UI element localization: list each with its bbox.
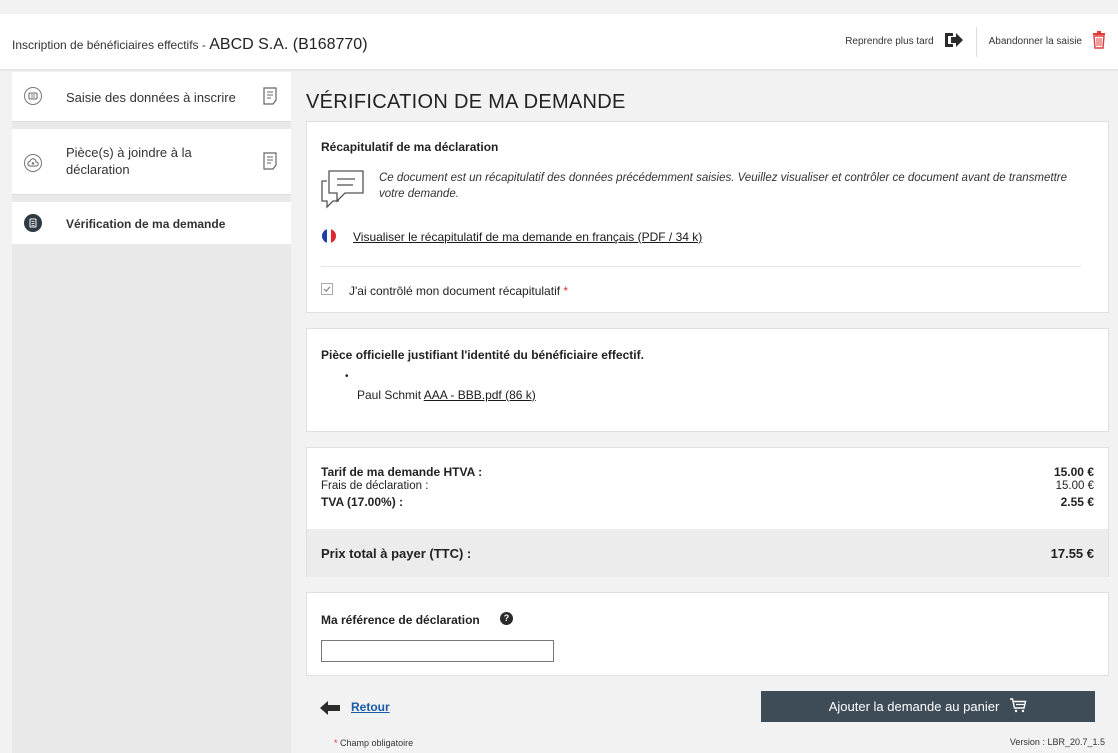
clipboard-icon	[24, 214, 42, 232]
header-subtitle: Inscription de bénéficiaires effectifs -	[12, 38, 210, 52]
piece-card: Pièce officielle justifiant l'identité d…	[306, 328, 1109, 432]
resume-later-button[interactable]: Reprendre plus tard	[833, 27, 975, 57]
sidebar-item-verification[interactable]: Vérification de ma demande	[12, 202, 291, 244]
upload-cloud-icon	[24, 154, 42, 172]
sidebar-item-saisie[interactable]: Saisie des données à inscrire	[12, 72, 291, 122]
tarif-ht-label: Tarif de ma demande HTVA :	[321, 465, 483, 479]
total-value: 17.55 €	[1050, 546, 1094, 561]
divider	[321, 266, 1081, 267]
id-card-icon	[24, 87, 42, 105]
tarif-card: Tarif de ma demande HTVA : 15.00 € Frais…	[306, 447, 1109, 577]
recap-checkbox-label: J'ai contrôlé mon document récapitulatif…	[349, 284, 568, 298]
exit-arrow-icon	[944, 31, 964, 52]
reference-input[interactable]	[321, 640, 554, 662]
person-name: Paul Schmit	[357, 388, 422, 402]
piece-heading: Pièce officielle justifiant l'identité d…	[321, 348, 644, 362]
total-row: Prix total à payer (TTC) : 17.55 €	[307, 529, 1108, 577]
sidebar-item-label: Vérification de ma demande	[66, 217, 226, 231]
reference-card: Ma référence de déclaration ?	[306, 592, 1109, 676]
sidebar-item-label: Pièce(s) à joindre à la déclaration	[66, 145, 192, 177]
french-flag-icon	[322, 229, 336, 243]
frais-value: 15.00 €	[1055, 480, 1094, 492]
required-mark: *	[563, 284, 569, 298]
add-to-cart-label: Ajouter la demande au panier	[828, 699, 1000, 714]
bullet: •	[345, 371, 349, 382]
required-note-text: Champ obligatoire	[340, 738, 414, 748]
add-to-cart-button[interactable]: Ajouter la demande au panier	[761, 691, 1095, 722]
recap-text: Ce document est un récapitulatif des don…	[379, 172, 1068, 200]
back-arrow-icon[interactable]	[320, 701, 340, 720]
trash-icon	[1092, 31, 1106, 52]
page-title: VÉRIFICATION DE MA DEMANDE	[306, 91, 626, 113]
company-name: ABCD S.A. (B168770)	[209, 36, 368, 53]
tva-label: TVA (17.00%) :	[321, 495, 404, 509]
recap-card: Récapitulatif de ma déclaration Ce docum…	[306, 121, 1109, 313]
frais-label: Frais de déclaration :	[321, 480, 429, 492]
tva-value: 2.55 €	[1060, 495, 1094, 509]
sidebar: Saisie des données à inscrire Pièce(s) à…	[12, 72, 291, 753]
tarif-ht-value: 15.00 €	[1053, 465, 1094, 479]
version-label: Version : LBR_20.7_1.5	[1009, 737, 1105, 747]
checkbox-label-text: J'ai contrôlé mon document récapitulatif	[349, 284, 561, 298]
chat-bubbles-icon	[319, 167, 367, 214]
reference-label: Ma référence de déclaration	[321, 613, 480, 627]
document-check-icon	[263, 87, 277, 110]
view-recap-pdf-link[interactable]: Visualiser le récapitulatif de ma demand…	[353, 230, 702, 244]
required-note-mark: *	[334, 738, 338, 748]
piece-file-line: Paul Schmit AAA - BBB.pdf (86 k)	[357, 388, 536, 402]
top-bar: Inscription de bénéficiaires effectifs -…	[0, 14, 1118, 70]
piece-file-link[interactable]: AAA - BBB.pdf (86 k)	[424, 388, 536, 402]
back-link[interactable]: Retour	[351, 700, 390, 714]
help-icon[interactable]: ?	[500, 612, 513, 625]
sidebar-item-pieces[interactable]: Pièce(s) à joindre à la déclaration	[12, 129, 291, 195]
sidebar-item-label: Saisie des données à inscrire	[66, 90, 236, 105]
recap-heading: Récapitulatif de ma déclaration	[321, 140, 499, 154]
top-actions: Reprendre plus tard Abandonner la saisie	[833, 14, 1118, 69]
abandon-label: Abandonner la saisie	[988, 36, 1082, 47]
cart-icon	[1009, 697, 1027, 716]
page-header-title: Inscription de bénéficiaires effectifs -…	[12, 36, 368, 54]
recap-checkbox[interactable]	[321, 283, 333, 295]
required-note: * Champ obligatoire	[334, 738, 413, 748]
document-check-icon	[263, 152, 277, 175]
total-label: Prix total à payer (TTC) :	[321, 546, 472, 561]
abandon-button[interactable]: Abandonner la saisie	[975, 26, 1118, 57]
resume-later-label: Reprendre plus tard	[845, 36, 934, 47]
